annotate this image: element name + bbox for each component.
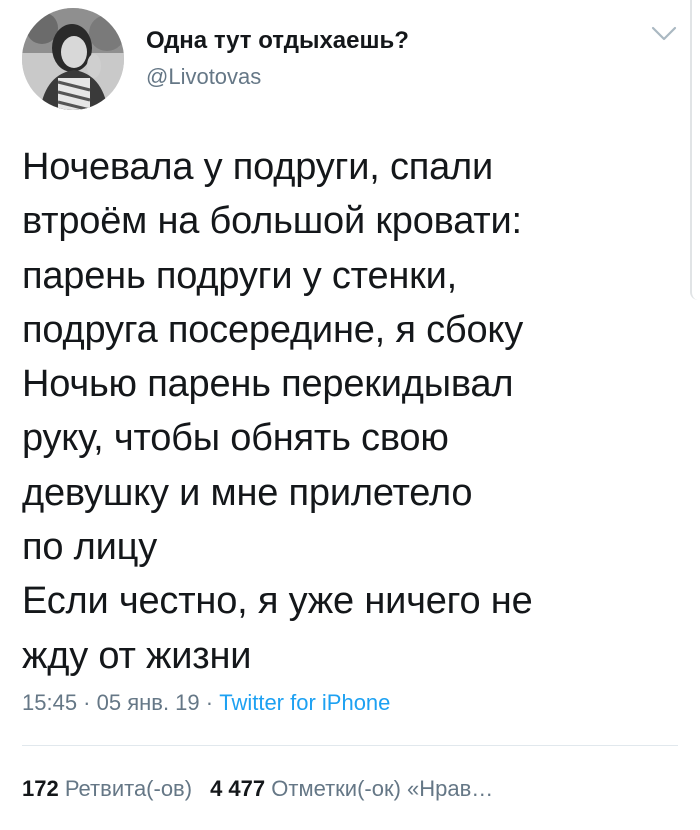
likes-stat[interactable]: 4 477 Отметки(-ок) «Нрав… — [210, 776, 493, 801]
tweet-source-link[interactable]: Twitter for iPhone — [219, 690, 390, 715]
retweets-stat[interactable]: 172 Ретвита(-ов) — [22, 776, 192, 801]
retweets-count: 172 — [22, 776, 59, 801]
tweet-line: втроём на большой кровати: — [22, 200, 522, 243]
tweet-line: Если честно, я уже ничего не — [22, 580, 533, 623]
tweet-line: подруга посередине, я сбоку — [22, 308, 524, 351]
tweet-text: Ночевала у подруги, спали втроём на боль… — [22, 140, 682, 683]
tweet-line: жду от жизни — [22, 634, 252, 677]
chevron-down-icon[interactable] — [650, 24, 678, 44]
meta-separator: · — [199, 690, 220, 715]
tweet-line: девушку и мне прилетело — [22, 471, 473, 514]
likes-label: Отметки(-ок) «Нрав… — [271, 776, 494, 801]
meta-separator: · — [77, 690, 97, 715]
user-handle[interactable]: @Livotovas — [146, 64, 261, 90]
tweet-line: по лицу — [22, 526, 158, 569]
tweet-line: парень подруги у стенки, — [22, 254, 457, 297]
tweet-line: Ночью парень перекидывал — [22, 363, 514, 406]
display-name[interactable]: Одна тут отдыхаешь? — [146, 27, 409, 55]
divider — [22, 745, 678, 746]
scrollbar[interactable] — [690, 0, 700, 300]
tweet-date[interactable]: 05 янв. 19 — [97, 690, 200, 715]
likes-count: 4 477 — [210, 776, 266, 801]
tweet-line: руку, чтобы обнять свою — [22, 417, 449, 460]
tweet-time[interactable]: 15:45 — [22, 690, 77, 715]
retweets-label: Ретвита(-ов) — [64, 776, 193, 801]
tweet-meta: 15:45 · 05 янв. 19 · Twitter for iPhone — [22, 690, 390, 716]
tweet-line: Ночевала у подруги, спали — [22, 146, 494, 188]
tweet-stats: 172 Ретвита(-ов) 4 477 Отметки(-ок) «Нрав… — [22, 776, 493, 802]
avatar[interactable] — [22, 8, 124, 110]
